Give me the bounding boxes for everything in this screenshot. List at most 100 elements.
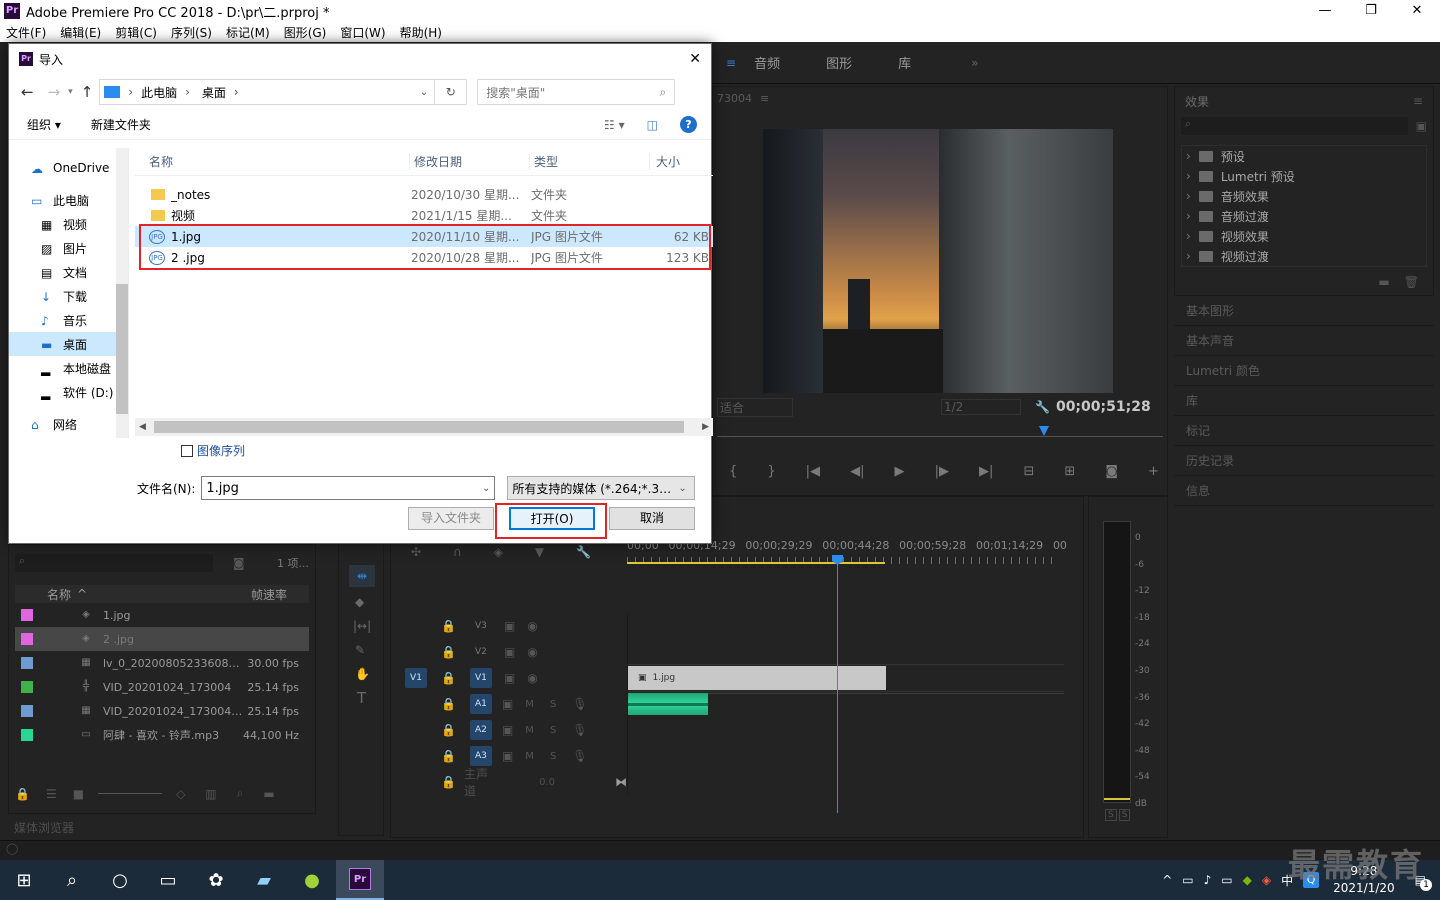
melon-app-icon[interactable]: ● <box>288 860 336 900</box>
list-item[interactable]: ▦ lv_0_20200805233608.mp4 30.00 fps <box>15 651 309 675</box>
effects-item[interactable]: › 视频效果 <box>1182 226 1426 246</box>
linked-selection-icon[interactable]: ∩ <box>453 545 462 559</box>
breadcrumb-pc[interactable]: 此电脑 <box>141 84 177 101</box>
video-preview[interactable] <box>763 129 1113 393</box>
timeline-playhead[interactable] <box>837 559 838 813</box>
col-date[interactable]: 修改日期 <box>409 153 529 170</box>
notepad-app-icon[interactable]: ▰ <box>240 860 288 900</box>
menu-graphics[interactable]: 图形(G) <box>284 24 327 41</box>
sync-lock-icon[interactable]: ▣ <box>502 749 513 763</box>
wrench-icon[interactable]: 🔧 <box>1035 400 1050 414</box>
eye-icon[interactable]: ◉ <box>527 619 537 633</box>
nav-onedrive[interactable]: ☁ OneDrive <box>9 156 128 180</box>
mute-button[interactable]: M <box>525 725 534 736</box>
nav-music[interactable]: ♪ 音乐 <box>9 308 128 332</box>
panel-history[interactable]: 历史记录 <box>1174 446 1434 476</box>
workspace-tab-graphics[interactable]: 图形 <box>826 53 852 72</box>
track-target-a1[interactable]: A1 <box>469 694 492 714</box>
nvidia-icon[interactable]: ◆ <box>1243 873 1252 887</box>
project-col-fps[interactable]: 帧速率 <box>251 586 287 603</box>
effects-item[interactable]: › 音频过渡 <box>1182 206 1426 226</box>
sort-icon[interactable]: ◇ <box>176 787 185 801</box>
battery-icon[interactable]: ▭ <box>1221 873 1232 887</box>
lock-icon[interactable]: 🔒 <box>441 619 456 633</box>
workspace-tab-library[interactable]: 库 <box>898 53 911 72</box>
import-folder-button[interactable]: 导入文件夹 <box>408 507 494 530</box>
hand-tool-icon[interactable]: ✋ <box>355 667 383 681</box>
filename-dropdown-icon[interactable]: ⌄ <box>482 483 490 494</box>
project-col-name[interactable]: 名称 <box>47 586 71 603</box>
effects-new-bin-icon[interactable]: ▣ <box>1416 119 1427 133</box>
media-browser-tab[interactable]: 媒体浏览器 <box>14 818 74 836</box>
recent-dropdown-icon[interactable]: ▾ <box>68 87 73 97</box>
timeline-clip-image[interactable]: ▣ 1.jpg <box>628 666 886 690</box>
solo-right-button[interactable]: S <box>1118 809 1131 821</box>
breadcrumb-desktop[interactable]: 桌面 <box>202 84 226 101</box>
slip-tool-icon[interactable]: |↔| <box>353 619 383 633</box>
help-icon[interactable]: ? <box>680 116 697 133</box>
filename-input[interactable]: 1.jpg ⌄ <box>201 476 496 500</box>
add-marker-icon[interactable]: ◈ <box>494 545 503 559</box>
horizontal-scrollbar[interactable]: ◀ ▶ <box>135 418 713 436</box>
work-area-bar[interactable] <box>627 562 885 564</box>
up-icon[interactable]: ↑ <box>81 83 94 101</box>
solo-button[interactable]: S <box>550 751 556 762</box>
sync-lock-icon[interactable]: ▣ <box>504 671 515 685</box>
col-type[interactable]: 类型 <box>529 153 649 170</box>
image-sequence-checkbox[interactable] <box>181 444 193 457</box>
zoom-slider[interactable] <box>98 793 163 794</box>
export-frame-icon[interactable]: ◙ <box>1105 464 1118 479</box>
list-item[interactable]: ▭ 阿肆 - 喜欢 - 铃声.mp3 44,100 Hz <box>15 723 309 747</box>
lock-icon[interactable]: 🔒 <box>441 775 456 789</box>
nav-videos[interactable]: ▦ 视频 <box>9 212 128 236</box>
nav-this-pc[interactable]: ▭ 此电脑 <box>9 188 128 212</box>
organize-button[interactable]: 组织 ▾ <box>27 116 61 133</box>
extract-icon[interactable]: ⊞ <box>1064 464 1075 479</box>
type-tool-icon[interactable]: T <box>357 689 383 707</box>
marker-icon[interactable]: ▼ <box>535 545 544 559</box>
eye-icon[interactable]: ◉ <box>527 671 537 685</box>
lock-icon[interactable]: 🔒 <box>441 723 456 737</box>
panel-lumetri-color[interactable]: Lumetri 颜色 <box>1174 356 1434 386</box>
effects-item[interactable]: › 视频过渡 <box>1182 246 1426 266</box>
nav-scrollbar[interactable] <box>116 148 128 438</box>
mic-icon[interactable]: 🎙 <box>572 749 587 763</box>
effects-menu-icon[interactable]: ≡ <box>1413 94 1423 108</box>
view-options-icon[interactable]: ☷ ▾ <box>604 118 625 132</box>
menu-sequence[interactable]: 序列(S) <box>171 24 212 41</box>
nav-network[interactable]: ⌂ 网络 <box>9 412 128 436</box>
sync-lock-icon[interactable]: ▣ <box>502 697 513 711</box>
menu-window[interactable]: 窗口(W) <box>340 24 385 41</box>
col-name[interactable]: 名称 <box>149 153 409 170</box>
fit-select[interactable]: 适合 <box>717 397 793 417</box>
mute-button[interactable]: M <box>525 751 534 762</box>
windows-start-icon[interactable]: ⊞ <box>0 860 48 900</box>
sync-lock-icon[interactable]: ▣ <box>502 723 513 737</box>
menu-help[interactable]: 帮助(H) <box>400 24 442 41</box>
solo-button[interactable]: S <box>550 725 556 736</box>
find-icon[interactable]: ⌕ <box>237 786 244 801</box>
nav-documents[interactable]: ▤ 文档 <box>9 260 128 284</box>
source-patch-v1[interactable]: V1 <box>405 668 427 688</box>
snap-icon[interactable]: ✣ <box>411 545 421 559</box>
search-icon[interactable]: ⌕ <box>48 860 96 900</box>
file-type-select[interactable]: 所有支持的媒体 (*.264;*.3G2;* ⌄ <box>507 476 696 500</box>
lock-icon[interactable]: 🔒 <box>441 671 456 685</box>
razor-tool-icon[interactable]: ◆ <box>355 595 383 609</box>
open-button[interactable]: 打开(O) <box>509 507 595 530</box>
panel-essential-graphics[interactable]: 基本图形 <box>1174 296 1434 326</box>
project-search-input[interactable]: ⌕ <box>15 554 213 572</box>
track-target-a2[interactable]: A2 <box>469 720 492 740</box>
network-tray-icon[interactable]: ▭ <box>1182 873 1193 887</box>
timeline-clip-audio[interactable] <box>628 693 708 715</box>
mic-icon[interactable]: 🎙 <box>572 697 587 711</box>
track-target-a3[interactable]: A3 <box>469 746 492 766</box>
address-dropdown-icon[interactable]: ⌄ <box>420 87 428 98</box>
solo-left-button[interactable]: S <box>1105 809 1117 821</box>
menu-file[interactable]: 文件(F) <box>6 24 46 41</box>
eye-icon[interactable]: ◉ <box>527 645 537 659</box>
mark-out-icon[interactable]: } <box>767 464 775 479</box>
track-target-v3[interactable]: V3 <box>470 616 492 636</box>
list-item[interactable]: ◈ 1.jpg <box>15 603 309 627</box>
security-icon[interactable]: ◈ <box>1262 873 1271 887</box>
